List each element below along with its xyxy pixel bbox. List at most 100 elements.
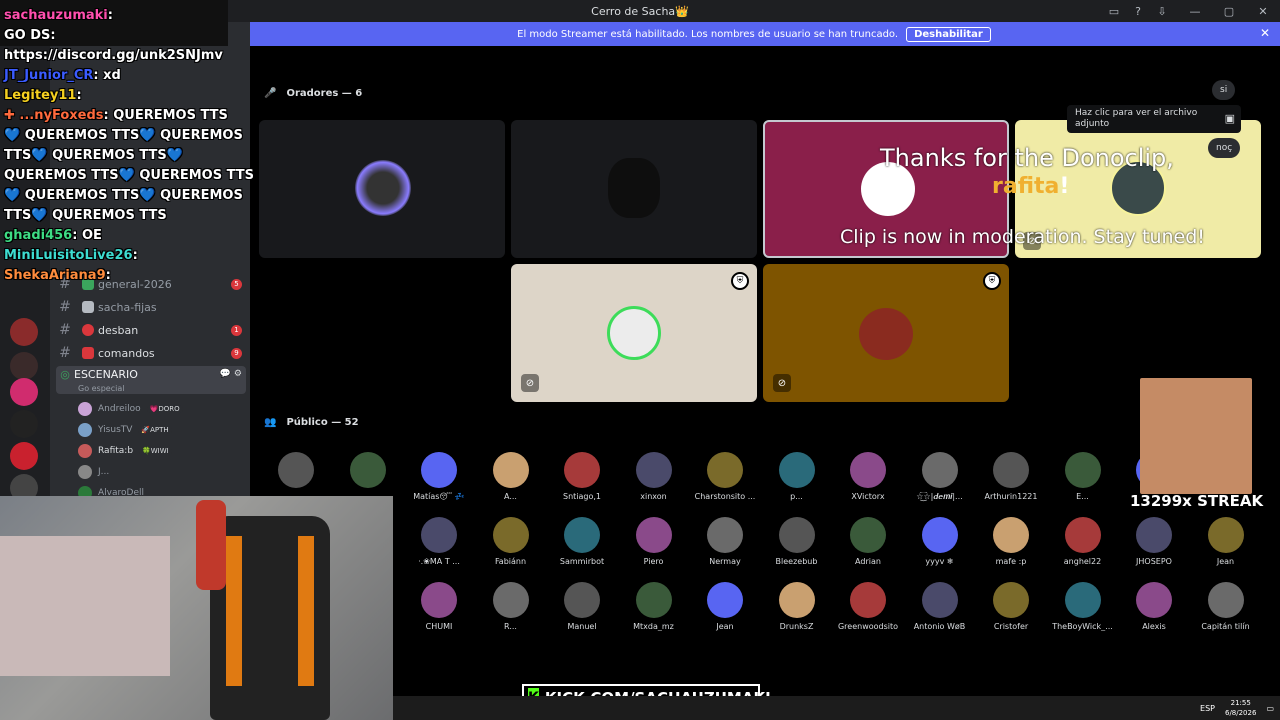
audience-member[interactable]: Cristofer [978, 582, 1044, 631]
audience-member[interactable]: CHUMI [406, 582, 472, 631]
audience-name: Nermay [709, 557, 741, 566]
audience-member[interactable]: Matías😴 💤 [406, 452, 472, 501]
speaker-tile[interactable] [259, 120, 505, 258]
language-indicator[interactable]: ESP [1200, 704, 1215, 713]
audience-member[interactable]: Charstonsito ... [692, 452, 758, 501]
attachment-tooltip: Haz clic para ver el archivo adjunto ▣ [1067, 105, 1241, 133]
channel-name: general-2026 [98, 277, 172, 291]
avatar [564, 582, 600, 618]
speaker-tile[interactable]: ⊘ ⛨ [511, 264, 757, 402]
unread-badge: 1 [231, 324, 242, 336]
avatar [1064, 517, 1101, 553]
avatar [850, 517, 886, 553]
audience-member[interactable]: xinxon [621, 452, 687, 501]
title-bar: Cerro de Sacha👑 ▭ ? ⇩ — ▢ ✕ [0, 0, 1280, 22]
server-icon[interactable] [10, 352, 38, 380]
notification-icon[interactable]: ▭ [1266, 704, 1274, 713]
stage-member[interactable]: Andreiloo 💗DORO [78, 400, 183, 418]
download-icon[interactable]: ⇩ [1154, 3, 1170, 19]
audience-name: Jean [716, 622, 734, 631]
audience-member[interactable]: Jean [692, 582, 758, 631]
server-icon[interactable] [10, 410, 38, 438]
audience-name: Capitán tilín [1201, 622, 1250, 631]
audience-member[interactable]: R... [478, 582, 544, 631]
channel-emoji-icon [82, 301, 94, 313]
audience-name: ·.❀MA T ... [418, 557, 460, 566]
audience-member[interactable]: Bleezebub [764, 517, 830, 566]
audience-member[interactable]: Piero [621, 517, 687, 566]
avatar [778, 582, 815, 618]
close-icon[interactable]: ✕ [1260, 26, 1270, 40]
stage-member[interactable]: Rafita:b 🍀WIWI [78, 442, 172, 460]
audience-member[interactable]: A... [478, 452, 544, 501]
server-icon[interactable] [10, 318, 38, 346]
user-pill[interactable]: si [1212, 80, 1236, 100]
title-actions: ▭ ? ⇩ [1106, 0, 1170, 22]
close-window-button[interactable]: ✕ [1246, 0, 1280, 22]
audience-member[interactable]: Antonio WøB [907, 582, 973, 631]
audience-member[interactable]: ·.❀MA T ... [406, 517, 472, 566]
audience-member[interactable]: ☆͜͡☆|𝒅𝒆𝒎𝒊|... [907, 452, 973, 502]
channel-comandos[interactable]: # comandos 9 [56, 343, 246, 363]
disable-streamer-button[interactable]: Deshabilitar [906, 26, 991, 42]
audience-member[interactable]: Alexis [1121, 582, 1187, 631]
audience-member[interactable]: XVictorx [835, 452, 901, 501]
server-icon[interactable] [10, 442, 38, 470]
audience-member[interactable]: anghel22 [1050, 517, 1116, 566]
stage-member[interactable]: J... [78, 463, 109, 481]
speaker-tile[interactable] [511, 120, 757, 258]
audience-member[interactable]: TheBoyWick_... [1050, 582, 1116, 631]
audience-name: R... [504, 622, 517, 631]
audience-member[interactable]: Nermay [692, 517, 758, 566]
audience-name: Cristofer [993, 622, 1029, 631]
channel-emoji-icon [82, 278, 94, 290]
audience-member[interactable]: Capitán tilín [1193, 582, 1259, 631]
audience-member[interactable]: Greenwoodsito [835, 582, 901, 631]
audience-member[interactable]: Adrian [835, 517, 901, 566]
channel-name: comandos [98, 346, 155, 360]
server-icon[interactable] [10, 378, 38, 406]
audience-member[interactable] [335, 452, 401, 492]
help-icon[interactable]: ? [1130, 3, 1146, 19]
avatar [1207, 517, 1244, 553]
avatar [608, 158, 660, 218]
audience-name: Matías😴 💤 [413, 492, 465, 501]
audience-member[interactable]: DrunksZ [764, 582, 830, 631]
audience-member[interactable]: E... [1050, 452, 1116, 501]
audience-member[interactable]: p... [764, 452, 830, 501]
avatar [421, 582, 457, 618]
audience-member[interactable]: Sntiago,1 [549, 452, 615, 501]
audience-name: Sammirbot [559, 557, 605, 566]
audience-member[interactable]: Manuel [549, 582, 615, 631]
moderator-shield-icon: ⛨ [983, 272, 1001, 290]
channel-desban[interactable]: # desban 1 [56, 320, 246, 340]
donoclip-line1: Thanks for the Donoclip, [880, 144, 1174, 172]
audience-name: DrunksZ [779, 622, 814, 631]
audience-member[interactable]: Mtxda_mz [621, 582, 687, 631]
avatar [859, 308, 913, 360]
channel-general[interactable]: # general-2026 5 [56, 274, 246, 294]
stage-member[interactable]: YisusTV 🚀APTH [78, 421, 172, 439]
maximize-button[interactable]: ▢ [1212, 0, 1246, 22]
minimize-button[interactable]: — [1178, 0, 1212, 22]
user-pill[interactable]: noç [1208, 138, 1241, 158]
audience-member[interactable]: mafe :p [978, 517, 1044, 566]
audience-member[interactable] [263, 452, 329, 492]
speaker-tile[interactable]: ⊘ ⛨ [763, 264, 1009, 402]
audience-member[interactable]: JHOSEPO [1121, 517, 1187, 566]
clock[interactable]: 21:55 6/8/2026 [1225, 698, 1256, 718]
channel-emoji-icon [82, 347, 94, 359]
avatar [492, 582, 529, 618]
avatar [1064, 452, 1101, 488]
audience-name: Mtxda_mz [633, 622, 674, 631]
avatar [492, 452, 529, 488]
audience-member[interactable]: Fabiánn [478, 517, 544, 566]
channel-sacha-fijas[interactable]: # sacha-fijas [56, 297, 246, 317]
inbox-icon[interactable]: ▭ [1106, 3, 1122, 19]
audience-member[interactable]: Jean [1193, 517, 1259, 566]
audience-member[interactable]: Arthurin1221 [978, 452, 1044, 501]
audience-member[interactable]: Sammirbot [549, 517, 615, 566]
audience-name: A... [504, 492, 517, 501]
webcam-overlay [0, 496, 393, 720]
audience-member[interactable]: yyyv ❄ [907, 517, 973, 566]
